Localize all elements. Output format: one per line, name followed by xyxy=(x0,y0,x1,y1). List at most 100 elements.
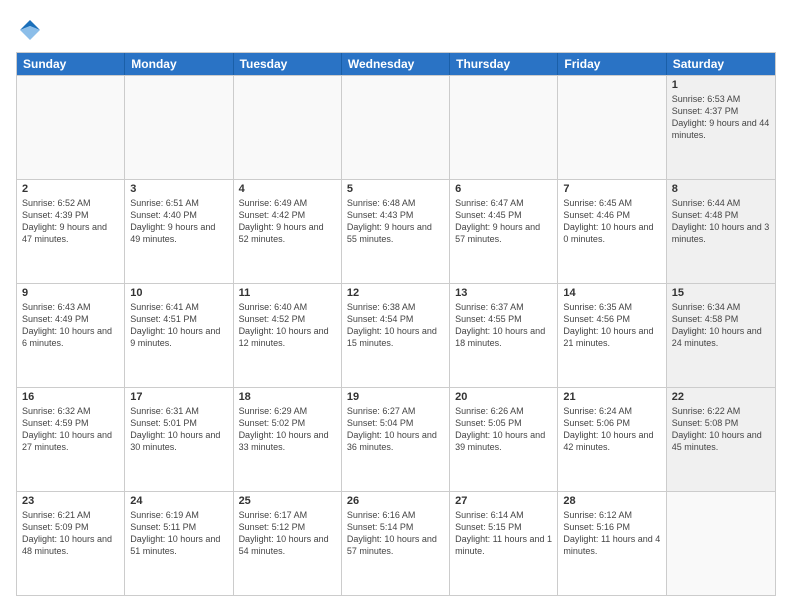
day-number: 22 xyxy=(672,391,770,403)
day-info: Sunrise: 6:40 AM Sunset: 4:52 PM Dayligh… xyxy=(239,301,336,350)
day-number: 14 xyxy=(563,287,660,299)
calendar-cell: 1 Sunrise: 6:53 AM Sunset: 4:37 PM Daylig… xyxy=(667,76,775,179)
calendar-row: 23 Sunrise: 6:21 AM Sunset: 5:09 PM Dayli… xyxy=(17,491,775,595)
calendar-cell: 20 Sunrise: 6:26 AM Sunset: 5:05 PM Dayli… xyxy=(450,388,558,491)
header-day-thursday: Thursday xyxy=(450,53,558,75)
day-number: 1 xyxy=(672,79,770,91)
day-number: 5 xyxy=(347,183,444,195)
header-day-sunday: Sunday xyxy=(17,53,125,75)
calendar-cell xyxy=(342,76,450,179)
calendar-cell xyxy=(125,76,233,179)
day-number: 7 xyxy=(563,183,660,195)
calendar-cell xyxy=(558,76,666,179)
calendar-row: 2 Sunrise: 6:52 AM Sunset: 4:39 PM Daylig… xyxy=(17,179,775,283)
header-day-monday: Monday xyxy=(125,53,233,75)
calendar-cell: 17 Sunrise: 6:31 AM Sunset: 5:01 PM Dayli… xyxy=(125,388,233,491)
day-number: 13 xyxy=(455,287,552,299)
day-info: Sunrise: 6:24 AM Sunset: 5:06 PM Dayligh… xyxy=(563,405,660,454)
day-number: 19 xyxy=(347,391,444,403)
calendar-cell: 9 Sunrise: 6:43 AM Sunset: 4:49 PM Daylig… xyxy=(17,284,125,387)
day-number: 26 xyxy=(347,495,444,507)
day-number: 24 xyxy=(130,495,227,507)
day-number: 2 xyxy=(22,183,119,195)
day-info: Sunrise: 6:27 AM Sunset: 5:04 PM Dayligh… xyxy=(347,405,444,454)
header-day-wednesday: Wednesday xyxy=(342,53,450,75)
day-info: Sunrise: 6:16 AM Sunset: 5:14 PM Dayligh… xyxy=(347,509,444,558)
calendar-cell: 6 Sunrise: 6:47 AM Sunset: 4:45 PM Daylig… xyxy=(450,180,558,283)
calendar-cell: 14 Sunrise: 6:35 AM Sunset: 4:56 PM Dayli… xyxy=(558,284,666,387)
calendar-cell: 15 Sunrise: 6:34 AM Sunset: 4:58 PM Dayli… xyxy=(667,284,775,387)
calendar-cell: 13 Sunrise: 6:37 AM Sunset: 4:55 PM Dayli… xyxy=(450,284,558,387)
calendar-row: 9 Sunrise: 6:43 AM Sunset: 4:49 PM Daylig… xyxy=(17,283,775,387)
day-number: 18 xyxy=(239,391,336,403)
day-info: Sunrise: 6:26 AM Sunset: 5:05 PM Dayligh… xyxy=(455,405,552,454)
page: SundayMondayTuesdayWednesdayThursdayFrid… xyxy=(0,0,792,612)
calendar-body: 1 Sunrise: 6:53 AM Sunset: 4:37 PM Daylig… xyxy=(17,75,775,595)
day-info: Sunrise: 6:31 AM Sunset: 5:01 PM Dayligh… xyxy=(130,405,227,454)
day-number: 27 xyxy=(455,495,552,507)
day-number: 15 xyxy=(672,287,770,299)
calendar-cell xyxy=(234,76,342,179)
header-day-tuesday: Tuesday xyxy=(234,53,342,75)
day-number: 3 xyxy=(130,183,227,195)
logo-icon xyxy=(16,16,44,44)
day-info: Sunrise: 6:38 AM Sunset: 4:54 PM Dayligh… xyxy=(347,301,444,350)
day-info: Sunrise: 6:49 AM Sunset: 4:42 PM Dayligh… xyxy=(239,197,336,246)
day-info: Sunrise: 6:19 AM Sunset: 5:11 PM Dayligh… xyxy=(130,509,227,558)
day-number: 16 xyxy=(22,391,119,403)
day-number: 6 xyxy=(455,183,552,195)
day-info: Sunrise: 6:43 AM Sunset: 4:49 PM Dayligh… xyxy=(22,301,119,350)
day-info: Sunrise: 6:22 AM Sunset: 5:08 PM Dayligh… xyxy=(672,405,770,454)
day-info: Sunrise: 6:12 AM Sunset: 5:16 PM Dayligh… xyxy=(563,509,660,558)
day-number: 8 xyxy=(672,183,770,195)
calendar-row: 16 Sunrise: 6:32 AM Sunset: 4:59 PM Dayli… xyxy=(17,387,775,491)
day-number: 20 xyxy=(455,391,552,403)
calendar-cell: 5 Sunrise: 6:48 AM Sunset: 4:43 PM Daylig… xyxy=(342,180,450,283)
day-info: Sunrise: 6:48 AM Sunset: 4:43 PM Dayligh… xyxy=(347,197,444,246)
day-info: Sunrise: 6:37 AM Sunset: 4:55 PM Dayligh… xyxy=(455,301,552,350)
calendar-cell: 16 Sunrise: 6:32 AM Sunset: 4:59 PM Dayli… xyxy=(17,388,125,491)
day-number: 4 xyxy=(239,183,336,195)
day-info: Sunrise: 6:51 AM Sunset: 4:40 PM Dayligh… xyxy=(130,197,227,246)
day-info: Sunrise: 6:29 AM Sunset: 5:02 PM Dayligh… xyxy=(239,405,336,454)
calendar-cell xyxy=(17,76,125,179)
day-number: 28 xyxy=(563,495,660,507)
calendar-cell: 25Sunrise: 6:17 AM Sunset: 5:12 PM Dayli… xyxy=(234,492,342,595)
calendar-cell: 3 Sunrise: 6:51 AM Sunset: 4:40 PM Daylig… xyxy=(125,180,233,283)
day-info: Sunrise: 6:21 AM Sunset: 5:09 PM Dayligh… xyxy=(22,509,119,558)
calendar-cell: 27 Sunrise: 6:14 AM Sunset: 5:15 PM Dayli… xyxy=(450,492,558,595)
calendar-header: SundayMondayTuesdayWednesdayThursdayFrid… xyxy=(17,53,775,75)
header-day-friday: Friday xyxy=(558,53,666,75)
calendar-cell: 26 Sunrise: 6:16 AM Sunset: 5:14 PM Dayli… xyxy=(342,492,450,595)
calendar-cell xyxy=(450,76,558,179)
calendar: SundayMondayTuesdayWednesdayThursdayFrid… xyxy=(16,52,776,596)
day-number: 23 xyxy=(22,495,119,507)
calendar-cell: 24 Sunrise: 6:19 AM Sunset: 5:11 PM Dayli… xyxy=(125,492,233,595)
calendar-cell: 28 Sunrise: 6:12 AM Sunset: 5:16 PM Dayli… xyxy=(558,492,666,595)
day-info: Sunrise: 6:52 AM Sunset: 4:39 PM Dayligh… xyxy=(22,197,119,246)
day-number: 12 xyxy=(347,287,444,299)
day-info: Sunrise: 6:34 AM Sunset: 4:58 PM Dayligh… xyxy=(672,301,770,350)
calendar-row: 1 Sunrise: 6:53 AM Sunset: 4:37 PM Daylig… xyxy=(17,75,775,179)
day-number: 11 xyxy=(239,287,336,299)
day-info: Sunrise: 6:53 AM Sunset: 4:37 PM Dayligh… xyxy=(672,93,770,142)
calendar-cell: 23 Sunrise: 6:21 AM Sunset: 5:09 PM Dayli… xyxy=(17,492,125,595)
day-number: 9 xyxy=(22,287,119,299)
day-info: Sunrise: 6:45 AM Sunset: 4:46 PM Dayligh… xyxy=(563,197,660,246)
day-info: Sunrise: 6:47 AM Sunset: 4:45 PM Dayligh… xyxy=(455,197,552,246)
logo xyxy=(16,16,48,44)
calendar-cell: 2 Sunrise: 6:52 AM Sunset: 4:39 PM Daylig… xyxy=(17,180,125,283)
day-info: Sunrise: 6:17 AM Sunset: 5:12 PM Dayligh… xyxy=(239,509,336,558)
calendar-cell: 18 Sunrise: 6:29 AM Sunset: 5:02 PM Dayli… xyxy=(234,388,342,491)
calendar-cell: 21Sunrise: 6:24 AM Sunset: 5:06 PM Dayli… xyxy=(558,388,666,491)
day-info: Sunrise: 6:14 AM Sunset: 5:15 PM Dayligh… xyxy=(455,509,552,558)
day-number: 10 xyxy=(130,287,227,299)
day-info: Sunrise: 6:44 AM Sunset: 4:48 PM Dayligh… xyxy=(672,197,770,246)
day-info: Sunrise: 6:32 AM Sunset: 4:59 PM Dayligh… xyxy=(22,405,119,454)
day-info: Sunrise: 6:35 AM Sunset: 4:56 PM Dayligh… xyxy=(563,301,660,350)
day-number: 17 xyxy=(130,391,227,403)
calendar-cell: 12 Sunrise: 6:38 AM Sunset: 4:54 PM Dayli… xyxy=(342,284,450,387)
day-info: Sunrise: 6:41 AM Sunset: 4:51 PM Dayligh… xyxy=(130,301,227,350)
header xyxy=(16,16,776,44)
calendar-cell: 10 Sunrise: 6:41 AM Sunset: 4:51 PM Dayli… xyxy=(125,284,233,387)
